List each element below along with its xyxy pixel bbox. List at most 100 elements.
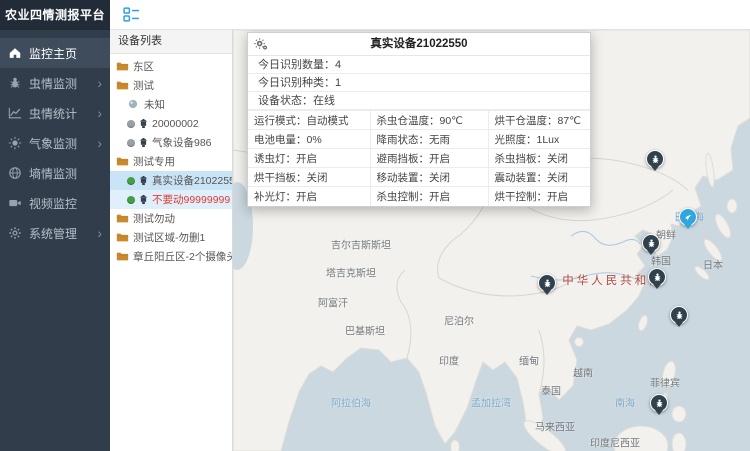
- device-status-cell: 降雨状态：无雨: [370, 130, 488, 149]
- device-status-cell: 杀虫控制：开启: [370, 187, 488, 206]
- tree-device[interactable]: 20000002: [110, 114, 232, 133]
- bug-icon: [8, 76, 22, 90]
- device-status-cell: 电池电量：0%: [248, 130, 370, 149]
- sidebar: 农业四情测报平台 监控主页虫情监测 › 虫情统计 › 气象监测 › 墒情监测视频监控系统管理…: [0, 0, 110, 451]
- island-mindanao: [672, 406, 686, 422]
- device-status-cell: 烘干挡板：关闭: [248, 168, 370, 187]
- map-canvas[interactable]: 俄罗斯新西伯利亚伊尔库茨克哈萨克斯坦蒙古乌兰巴托吉尔吉斯斯坦塔吉克斯坦阿富汗巴基…: [233, 30, 750, 451]
- device-list-panel: 设备列表 东区测试未知20000002气象设备986测试专用真实设备210225…: [110, 30, 233, 451]
- map-marker-device[interactable]: [650, 394, 668, 412]
- sidebar-item-label: 系统管理: [29, 225, 77, 242]
- sidebar-item[interactable]: 虫情监测 ›: [0, 68, 110, 98]
- tree-folder[interactable]: 章丘阳丘区-2个摄像头: [110, 247, 232, 266]
- device-status-dot: [127, 120, 135, 128]
- tree-item-label: 测试专用: [133, 154, 175, 169]
- tree-item-label: 不要动99999999: [152, 192, 230, 207]
- tree-folder[interactable]: 测试: [110, 76, 232, 95]
- map-marker-device[interactable]: [670, 306, 688, 324]
- device-status-grid: 运行模式：自动模式杀虫仓温度：90℃烘干仓温度：87℃电池电量：0%降雨状态：无…: [248, 110, 590, 206]
- globe-icon: [8, 166, 22, 180]
- tree-item-label: 测试: [133, 78, 154, 93]
- device-settings-icon[interactable]: [254, 37, 269, 52]
- tree-folder[interactable]: 东区: [110, 57, 232, 76]
- device-status-cell: 杀虫挡板：关闭: [488, 149, 590, 168]
- tree-item-label: 未知: [144, 97, 165, 112]
- sidebar-item-label: 虫情监测: [29, 75, 77, 92]
- device-status-row: 烘干挡板：关闭移动装置：关闭震动装置：关闭: [248, 168, 590, 187]
- home-icon: [8, 46, 22, 60]
- device-info-popup: 真实设备21022550 今日识别数量：4今日识别种类：1设备状态：在线 运行模…: [247, 32, 591, 207]
- island-srilanka: [451, 440, 460, 451]
- sidebar-item-label: 虫情统计: [29, 105, 77, 122]
- folder-icon: [116, 212, 129, 225]
- device-status-dot: [127, 177, 135, 185]
- sidebar-item[interactable]: 墒情监测: [0, 158, 110, 188]
- sidebar-item-label: 墒情监测: [29, 165, 77, 182]
- popup-stats: 今日识别数量：4今日识别种类：1设备状态：在线: [248, 56, 590, 110]
- sidebar-item-label: 监控主页: [29, 45, 77, 62]
- island-sulawesi: [672, 433, 686, 451]
- device-status-dot: [127, 196, 135, 204]
- chevron-right-icon: ›: [97, 106, 102, 120]
- device-status-cell: 震动装置：关闭: [488, 168, 590, 187]
- chevron-right-icon: ›: [97, 136, 102, 150]
- sidebar-item-label: 视频监控: [29, 195, 77, 212]
- folder-icon: [116, 79, 129, 92]
- tree-device[interactable]: 未知: [110, 95, 232, 114]
- folder-icon: [116, 231, 129, 244]
- device-status-cell: 移动装置：关闭: [370, 168, 488, 187]
- device-tree: 东区测试未知 20000002 气象设备986 测试专用真实设备21022550 不要动…: [110, 57, 232, 266]
- popup-stat-row: 设备状态：在线: [248, 92, 590, 110]
- device-status-dot: [127, 139, 135, 147]
- folder-icon: [116, 60, 129, 73]
- settings-icon: [8, 226, 22, 240]
- tree-item-label: 东区: [133, 59, 154, 74]
- map-marker-device[interactable]: [538, 274, 556, 292]
- island-hainan: [575, 338, 584, 347]
- topbar: [110, 0, 750, 30]
- sidebar-item[interactable]: 气象监测 ›: [0, 128, 110, 158]
- folder-icon: [116, 250, 129, 263]
- sidebar-item[interactable]: 虫情统计 ›: [0, 98, 110, 128]
- insect-trap-icon: [138, 175, 149, 186]
- map-marker-cluster[interactable]: [679, 208, 697, 226]
- sidebar-item[interactable]: 视频监控: [0, 188, 110, 218]
- device-status-cell: 避雨挡板：开启: [370, 149, 488, 168]
- island-hokkaido: [727, 199, 737, 213]
- tree-item-label: 测试勿动: [133, 211, 175, 226]
- popup-header: 真实设备21022550: [248, 33, 590, 56]
- tree-folder[interactable]: 测试区域-勿删1: [110, 228, 232, 247]
- tree-folder[interactable]: 测试专用: [110, 152, 232, 171]
- device-status-cell: 补光灯：开启: [248, 187, 370, 206]
- device-status-cell: 杀虫仓温度：90℃: [370, 111, 488, 130]
- tree-item-label: 20000002: [152, 118, 199, 130]
- device-status-cell: 诱虫灯：开启: [248, 149, 370, 168]
- device-status-row: 运行模式：自动模式杀虫仓温度：90℃烘干仓温度：87℃: [248, 111, 590, 130]
- device-status-cell: 烘干仓温度：87℃: [488, 111, 590, 130]
- sidebar-item[interactable]: 系统管理›: [0, 218, 110, 248]
- sidebar-item[interactable]: 监控主页: [0, 38, 110, 68]
- tree-device[interactable]: 气象设备986: [110, 133, 232, 152]
- popup-stat-row: 今日识别数量：4: [248, 56, 590, 74]
- weather-icon: [8, 136, 22, 150]
- device-tree-toggle-icon[interactable]: [123, 6, 140, 23]
- sidebar-item-label: 气象监测: [29, 135, 77, 152]
- map-marker-device[interactable]: [646, 150, 664, 168]
- popup-stat-row: 今日识别种类：1: [248, 74, 590, 92]
- video-icon: [8, 196, 22, 210]
- chart-icon: [8, 106, 22, 120]
- device-status-row: 补光灯：开启杀虫控制：开启烘干控制：开启: [248, 187, 590, 206]
- app-title: 农业四情测报平台: [0, 0, 110, 30]
- tree-device[interactable]: 不要动99999999: [110, 190, 232, 209]
- map-marker-device[interactable]: [642, 234, 660, 252]
- tree-item-label: 气象设备986: [152, 135, 212, 150]
- tree-device[interactable]: 真实设备21022550: [110, 171, 232, 190]
- tree-item-label: 章丘阳丘区-2个摄像头: [133, 249, 232, 264]
- device-status-cell: 烘干控制：开启: [488, 187, 590, 206]
- device-status-cell: 运行模式：自动模式: [248, 111, 370, 130]
- map-marker-device[interactable]: [648, 268, 666, 286]
- tree-folder[interactable]: 测试勿动: [110, 209, 232, 228]
- sidebar-menu: 监控主页虫情监测 › 虫情统计 › 气象监测 › 墒情监测视频监控系统管理›: [0, 38, 110, 248]
- chevron-right-icon: ›: [97, 76, 102, 90]
- device-status-cell: 光照度：1Lux: [488, 130, 590, 149]
